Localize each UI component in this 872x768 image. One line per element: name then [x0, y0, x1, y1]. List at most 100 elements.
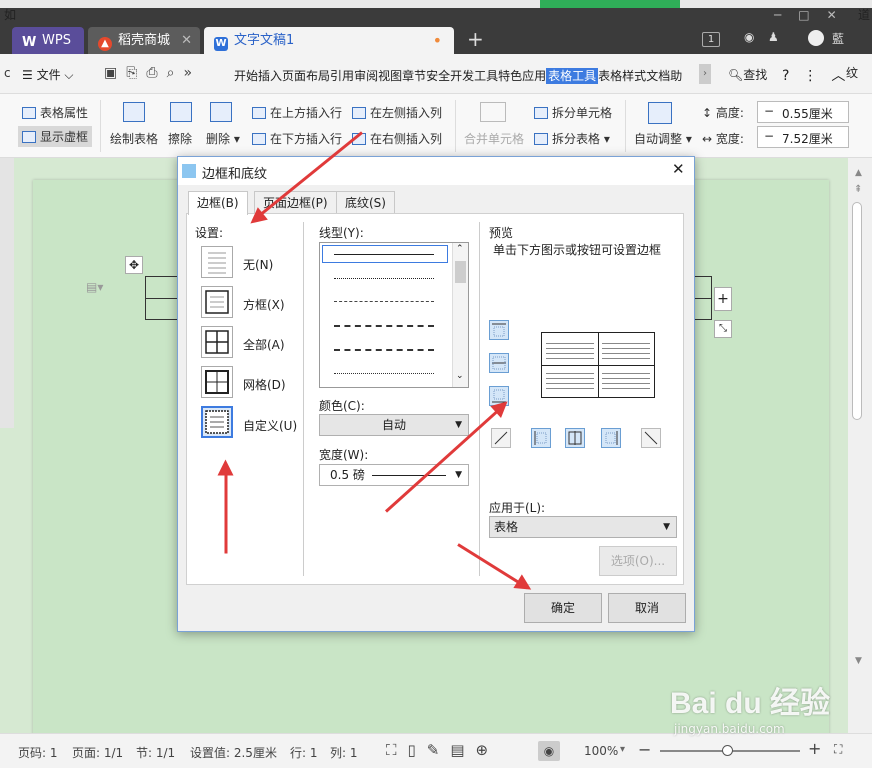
right-border-button[interactable]: [601, 428, 621, 448]
diagonal-down-border-button[interactable]: [641, 428, 661, 448]
line-style-scrollbar[interactable]: ⌃ ⌄: [452, 243, 468, 387]
menu-review[interactable]: 审阅: [354, 69, 378, 83]
tab-borders[interactable]: 边框(B): [188, 191, 248, 215]
left-border-button[interactable]: [531, 428, 551, 448]
zoom-out-button[interactable]: −: [638, 740, 651, 759]
shirt-icon[interactable]: ♟: [768, 30, 779, 44]
scroll-thumb[interactable]: [852, 202, 862, 420]
erase-button[interactable]: 擦除: [168, 130, 192, 147]
width-decrement[interactable]: −: [764, 129, 774, 143]
skin-icon[interactable]: ◉: [744, 30, 754, 44]
split-cells-button[interactable]: 拆分单元格: [534, 104, 612, 121]
quick-access-icons[interactable]: ▣⎘⎙⌕»: [104, 65, 201, 81]
vertical-scrollbar[interactable]: ▲ ⇞ ▼: [848, 158, 872, 733]
line-style-dashed[interactable]: [334, 325, 434, 327]
add-column-button[interactable]: +: [714, 287, 732, 311]
height-stepper[interactable]: −0.55厘米: [757, 101, 849, 123]
tab-store[interactable]: ▲ 稻壳商城 ✕: [88, 27, 200, 54]
menu-doc-helper[interactable]: 文档助: [646, 69, 682, 83]
menu-view[interactable]: 视图: [378, 69, 402, 83]
color-select[interactable]: 自动 ▼: [319, 414, 469, 436]
menu-table-tools[interactable]: 表格工具: [546, 68, 599, 84]
line-style-scroll-thumb[interactable]: [455, 261, 466, 283]
view-mode-icons[interactable]: ⛶▯✎▤⊕: [386, 741, 499, 759]
top-border-button[interactable]: [489, 320, 509, 340]
height-decrement[interactable]: −: [764, 104, 774, 118]
menu-start[interactable]: 开始: [234, 69, 258, 83]
cancel-button[interactable]: 取消: [608, 593, 686, 623]
setting-none-icon[interactable]: [201, 246, 233, 278]
line-style-list[interactable]: ⌃ ⌄: [319, 242, 469, 388]
paragraph-handle-icon[interactable]: ▤▾: [86, 280, 103, 294]
setting-custom-label[interactable]: 自定义(U): [243, 417, 297, 434]
fullscreen-icon[interactable]: ⛶: [834, 742, 842, 757]
ok-button[interactable]: 确定: [524, 593, 602, 623]
zoom-slider-knob[interactable]: [722, 745, 733, 756]
zoom-in-button[interactable]: +: [808, 739, 821, 758]
show-gridlines-button[interactable]: 显示虚框: [18, 126, 93, 147]
menu-dev-tools[interactable]: 开发工具: [450, 69, 498, 83]
search-button[interactable]: 🔍︎查找: [728, 66, 767, 83]
resize-table-icon[interactable]: ⤡: [714, 320, 732, 338]
avatar[interactable]: [808, 30, 824, 46]
scroll-down-icon[interactable]: ⌄: [456, 371, 464, 381]
merge-cells-button[interactable]: 合并单元格: [464, 130, 524, 147]
insert-row-above[interactable]: 在上方插入行: [252, 104, 342, 121]
dialog-close-icon[interactable]: ✕: [672, 160, 685, 178]
tab-document[interactable]: W 文字文稿1 •: [204, 27, 454, 54]
setting-all-label[interactable]: 全部(A): [243, 336, 285, 353]
width-select[interactable]: 0.5 磅 ▼: [319, 464, 469, 486]
insert-col-left[interactable]: 在左侧插入列: [352, 104, 442, 121]
menu-table-style[interactable]: 表格样式: [598, 69, 646, 83]
menu-features[interactable]: 特色应用: [498, 69, 546, 83]
split-table-button[interactable]: 拆分表格 ▾: [534, 130, 610, 147]
line-style-dashed-small[interactable]: [334, 301, 434, 302]
menu-security[interactable]: 安全: [426, 69, 450, 83]
zoom-slider[interactable]: [660, 745, 800, 756]
zoom-level[interactable]: 100%: [584, 744, 618, 758]
draw-table-button[interactable]: 绘制表格: [110, 130, 158, 147]
setting-grid-icon[interactable]: [201, 366, 233, 398]
insert-row-below[interactable]: 在下方插入行: [252, 130, 342, 147]
window-count-badge[interactable]: 1: [702, 32, 720, 47]
menu-references[interactable]: 引用: [330, 69, 354, 83]
eye-protect-icon[interactable]: ◉: [538, 741, 560, 761]
tab-close-icon[interactable]: ✕: [181, 27, 192, 54]
setting-grid-label[interactable]: 网格(D): [243, 376, 286, 393]
zoom-dropdown-icon[interactable]: ▾: [620, 744, 625, 755]
apply-to-select[interactable]: 表格 ▼: [489, 516, 677, 538]
diagonal-up-border-button[interactable]: [491, 428, 511, 448]
width-stepper[interactable]: −7.52厘米: [757, 126, 849, 148]
setting-none-label[interactable]: 无(N): [243, 256, 273, 273]
tab-wps[interactable]: W WPS: [12, 27, 84, 54]
new-tab-button[interactable]: +: [467, 27, 484, 51]
table-properties-button[interactable]: 表格属性: [22, 104, 88, 121]
delete-button[interactable]: 删除 ▾: [206, 130, 240, 147]
window-controls[interactable]: ─□✕: [774, 8, 854, 22]
inside-vertical-border-button[interactable]: [565, 428, 585, 448]
menu-section[interactable]: 章节: [402, 69, 426, 83]
setting-custom-icon[interactable]: [201, 406, 233, 438]
insert-col-right[interactable]: 在右侧插入列: [352, 130, 442, 147]
options-button[interactable]: 选项(O)...: [599, 546, 677, 576]
move-table-handle[interactable]: ✥: [125, 256, 143, 274]
setting-all-icon[interactable]: [201, 326, 233, 358]
setting-box-icon[interactable]: [201, 286, 233, 318]
line-style-dash-dot[interactable]: [334, 349, 434, 351]
user-name[interactable]: 藍: [832, 30, 844, 47]
menu-scroll-right-icon[interactable]: ›: [699, 64, 711, 84]
line-style-dash-dot-dot[interactable]: [334, 373, 434, 374]
tab-shading[interactable]: 底纹(S): [336, 191, 395, 214]
scroll-down-icon[interactable]: ▼: [855, 656, 862, 666]
scroll-up-icon[interactable]: ▲: [855, 168, 862, 178]
file-menu[interactable]: ☰ 文件 ⌵: [22, 66, 74, 83]
scroll-top-icon[interactable]: ⇞: [854, 184, 866, 198]
inside-horizontal-border-button[interactable]: [489, 353, 509, 373]
auto-fit-button[interactable]: 自动调整 ▾: [634, 130, 692, 147]
preview-table[interactable]: [541, 332, 655, 398]
menu-insert[interactable]: 插入: [258, 69, 282, 83]
setting-box-label[interactable]: 方框(X): [243, 296, 285, 313]
menu-layout[interactable]: 页面布局: [282, 69, 330, 83]
scroll-up-icon[interactable]: ⌃: [456, 244, 464, 254]
line-style-dotted[interactable]: [334, 278, 434, 279]
